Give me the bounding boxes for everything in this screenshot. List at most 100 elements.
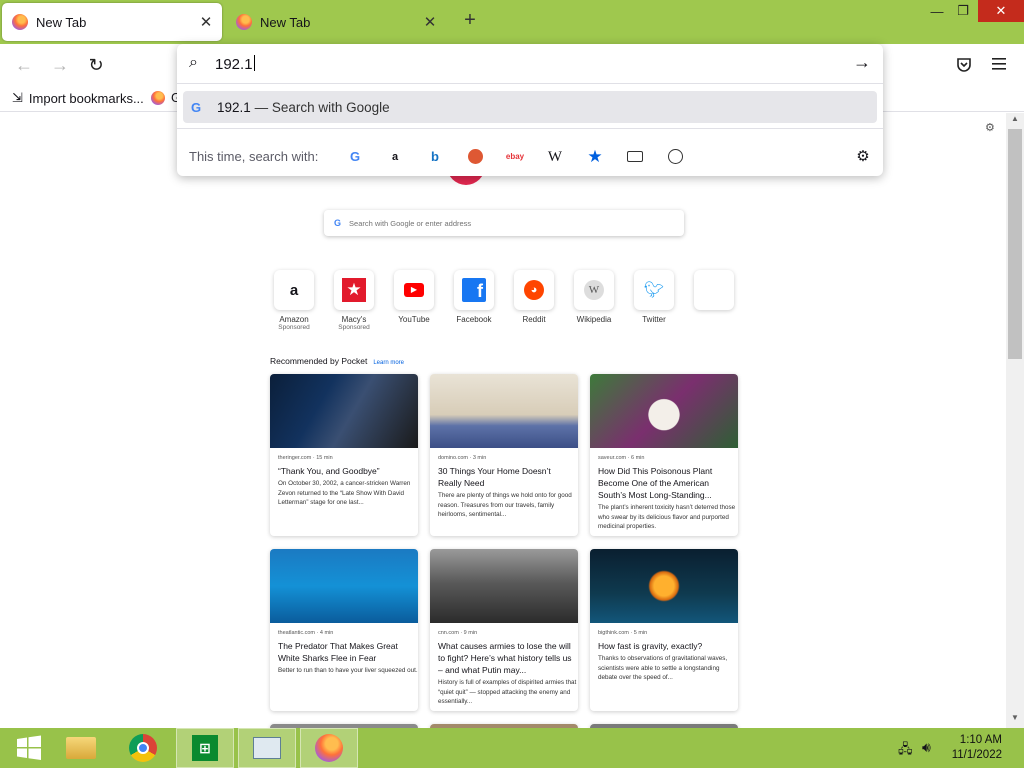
firefox-icon xyxy=(12,14,28,30)
url-input[interactable]: ⌕ 192.1 → xyxy=(177,44,883,84)
firefox-taskbar-button[interactable] xyxy=(300,728,358,768)
pocket-card[interactable]: domino.com · 3 min 30 Things Your Home D… xyxy=(430,374,578,536)
pocket-card[interactable]: saveur.com · 6 min How Did This Poisonou… xyxy=(590,374,738,536)
amazon-icon: a xyxy=(289,281,299,299)
file-explorer-button[interactable] xyxy=(52,728,110,768)
pocket-card[interactable]: theringer.com · 15 min “Thank You, and G… xyxy=(270,374,418,536)
folder-icon xyxy=(66,737,96,759)
history-icon[interactable] xyxy=(667,149,683,164)
scrollbar-thumb[interactable] xyxy=(1008,129,1022,359)
close-window-icon[interactable]: ✕ xyxy=(978,0,1024,22)
search-placeholder: Search with Google or enter address xyxy=(349,218,472,228)
card-image xyxy=(430,374,578,448)
close-tab-icon[interactable]: ✕ xyxy=(422,13,438,31)
facebook-icon: f xyxy=(462,278,486,302)
restore-icon[interactable]: ❐ xyxy=(952,0,974,22)
clock-date: 11/1/2022 xyxy=(951,749,1002,761)
store-icon: ⊞ xyxy=(192,735,218,761)
store-button[interactable]: ⊞ xyxy=(176,728,234,768)
card-source: bigthink.com · 5 min xyxy=(598,630,648,636)
import-bookmarks-item[interactable]: ⇲ Import bookmarks... xyxy=(12,90,144,106)
card-excerpt: On October 30, 2002, a cancer-stricken W… xyxy=(278,480,411,506)
scroll-down-icon[interactable]: ▼ xyxy=(1006,713,1024,727)
firefox-icon xyxy=(236,14,252,30)
firefox-icon xyxy=(315,734,343,762)
start-button[interactable] xyxy=(0,728,58,768)
wikipedia-icon[interactable]: W xyxy=(545,147,565,167)
minimize-icon[interactable]: — xyxy=(926,0,948,22)
menu-hamburger-icon[interactable] xyxy=(991,57,1007,71)
card-image xyxy=(590,374,738,448)
search-settings-gear-icon[interactable]: ⚙ xyxy=(853,147,873,167)
top-site-macys[interactable]: ★ Macy's Sponsored xyxy=(334,270,374,331)
chrome-button[interactable] xyxy=(114,728,172,768)
card-excerpt: There are plenty of things we hold onto … xyxy=(438,492,572,518)
card-title: The Predator That Makes Great White Shar… xyxy=(278,641,398,663)
card-excerpt: Thanks to observations of gravitational … xyxy=(598,655,728,681)
system-clock[interactable]: 1:10 AM 11/1/2022 xyxy=(952,733,1002,763)
suggestion-text: 192.1 — Search with Google xyxy=(217,99,390,115)
top-site-facebook[interactable]: f Facebook xyxy=(454,270,494,324)
site-label: Reddit xyxy=(522,315,546,324)
bookmarks-star-icon[interactable]: ★ xyxy=(585,147,605,167)
top-site-youtube[interactable]: ▶ YouTube xyxy=(394,270,434,324)
forward-arrow-icon[interactable]: → xyxy=(49,54,71,76)
duckduckgo-icon[interactable] xyxy=(467,149,483,164)
scroll-up-icon[interactable]: ▲ xyxy=(1006,114,1024,128)
card-source: saveur.com · 6 min xyxy=(598,455,645,461)
newtab-search-input[interactable]: G Search with Google or enter address xyxy=(324,210,684,236)
card-excerpt: History is full of examples of dispirite… xyxy=(438,679,577,705)
reload-icon[interactable]: ↻ xyxy=(85,54,107,76)
card-excerpt: Better to run than to have your liver sq… xyxy=(278,667,418,674)
back-arrow-icon[interactable]: ← xyxy=(13,54,35,76)
top-site-wikipedia[interactable]: W Wikipedia xyxy=(574,270,614,324)
google-icon: G xyxy=(334,218,342,228)
top-site-reddit[interactable]: ◕ Reddit xyxy=(514,270,554,324)
page-scrollbar[interactable]: ▲ ▼ xyxy=(1006,113,1024,728)
tab-new-tab-1[interactable]: New Tab ✕ xyxy=(2,3,222,41)
import-icon: ⇲ xyxy=(12,90,23,105)
site-label: Wikipedia xyxy=(576,315,612,324)
card-excerpt: The plant’s inherent toxicity hasn’t det… xyxy=(598,504,736,530)
tabs-icon[interactable] xyxy=(627,151,643,162)
pocket-card[interactable]: cnn.com · 9 min What causes armies to lo… xyxy=(430,549,578,711)
search-icon: ⌕ xyxy=(189,54,198,71)
card-source: cnn.com · 9 min xyxy=(438,630,478,636)
site-label: Amazon xyxy=(279,315,309,324)
pocket-icon[interactable] xyxy=(955,56,973,74)
top-site-twitter[interactable]: 🐦︎ Twitter xyxy=(634,270,674,324)
bookmark-label: Import bookmarks... xyxy=(28,90,144,106)
learn-more-link[interactable]: Learn more xyxy=(373,360,404,366)
monitor-icon xyxy=(253,737,281,759)
card-source: domino.com · 3 min xyxy=(438,455,487,461)
volume-icon[interactable]: 🔊︎ xyxy=(922,739,931,756)
this-time-label: This time, search with: xyxy=(189,149,319,164)
google-icon[interactable]: G xyxy=(345,147,365,167)
go-arrow-icon[interactable]: → xyxy=(853,52,871,73)
firefox-icon xyxy=(151,90,165,105)
bing-icon[interactable]: b xyxy=(425,147,445,167)
urlbar-dropdown: ⌕ 192.1 → G 192.1 — Search with Google T… xyxy=(177,44,883,176)
pocket-card[interactable]: bigthink.com · 5 min How fast is gravity… xyxy=(590,549,738,711)
top-site-amazon[interactable]: a Amazon Sponsored xyxy=(274,270,314,331)
search-suggestion[interactable]: G 192.1 — Search with Google xyxy=(183,91,877,123)
task-manager-button[interactable] xyxy=(238,728,296,768)
new-tab-plus-icon[interactable]: + xyxy=(459,10,481,32)
amazon-icon[interactable]: a xyxy=(385,147,405,167)
page-settings-gear-icon[interactable]: ⚙ xyxy=(985,121,995,134)
url-input-value: 192.1 xyxy=(215,55,255,73)
twitter-bird-icon: 🐦︎ xyxy=(643,282,665,299)
clock-time: 1:10 AM xyxy=(959,734,1002,746)
site-label: Facebook xyxy=(456,315,492,324)
pocket-card[interactable]: theatlantic.com · 4 min The Predator Tha… xyxy=(270,549,418,711)
card-source: theringer.com · 15 min xyxy=(278,455,333,461)
network-icon[interactable]: 🖧︎ xyxy=(898,740,913,762)
windows-logo-icon xyxy=(17,735,41,760)
ebay-icon[interactable]: ebay xyxy=(505,147,525,167)
reddit-icon: ◕ xyxy=(524,280,544,300)
tab-new-tab-2[interactable]: New Tab ✕ xyxy=(226,3,446,41)
sponsored-label: Sponsored xyxy=(338,324,370,331)
close-tab-icon[interactable]: ✕ xyxy=(198,13,214,31)
top-site-empty[interactable] xyxy=(694,270,734,310)
google-icon: G xyxy=(191,99,202,115)
